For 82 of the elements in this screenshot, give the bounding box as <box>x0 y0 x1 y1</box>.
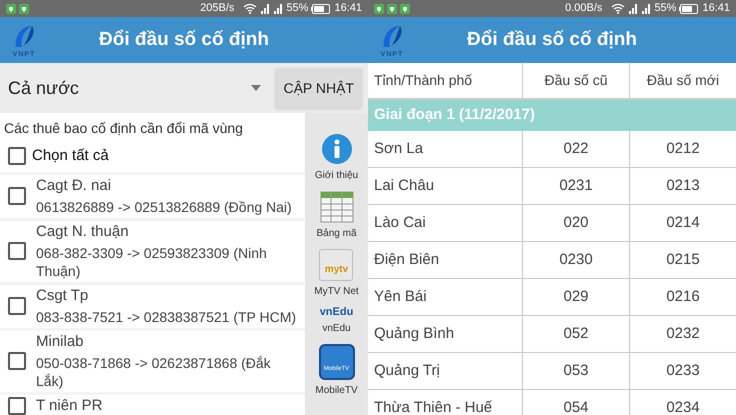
table-cell: 0231 <box>522 168 629 204</box>
subscriber-item[interactable]: Cagt Đ. nai 0613826889 -> 02513826889 (Đồng Nai) <box>0 174 305 218</box>
spreadsheet-icon <box>320 191 354 223</box>
select-all-label: Chọn tất cả <box>32 146 109 166</box>
subscriber-name: Csgt Tp <box>36 286 90 304</box>
clock: 16:41 <box>702 1 730 16</box>
menu-label[interactable]: vnEdu <box>322 321 351 336</box>
subscriber-item[interactable]: Csgt Tp 083-838-7521 -> 02838387521 (TP HCM) <box>0 284 305 328</box>
dropdown-caret-icon <box>251 85 262 91</box>
edu-app-icon[interactable]: vnEdu <box>320 307 354 318</box>
table-cell: 0215 <box>629 242 736 278</box>
subscriber-item[interactable]: T niên PR <box>0 394 305 415</box>
subscriber-item[interactable]: Cagt N. thuận 068-382-3309 -> 02593823309 (Ninh Thuận) <box>0 220 305 282</box>
table-cell-text: Lào Cai <box>373 212 427 233</box>
menu-label[interactable]: MyTV Net <box>314 284 359 299</box>
number-change: 050-038-71868 -> 02623871868 (Đắk Lắk) <box>36 354 272 390</box>
region-dropdown[interactable]: Cả nước <box>8 68 270 108</box>
column-header: Đầu số mới <box>629 63 736 98</box>
notification-icon <box>400 4 410 14</box>
menu-label[interactable]: MobileTV <box>315 383 358 398</box>
subscriber-name: Cagt N. thuận <box>36 222 130 240</box>
network-speed: 205B/s <box>200 1 234 16</box>
wifi-icon <box>243 3 258 14</box>
signal-icon <box>260 4 270 14</box>
table-cell: 020 <box>522 205 629 241</box>
table-cell-text: Quảng Bình <box>373 324 456 344</box>
number-change: 0613826889 -> 02513826889 (Đồng Nai) <box>36 198 292 216</box>
number-change: 068-382-3309 -> 02593823309 (Ninh Thuận) <box>36 244 268 280</box>
checkbox[interactable] <box>8 352 26 370</box>
checkbox[interactable] <box>8 396 26 414</box>
table-cell: 053 <box>522 353 629 389</box>
signal-icon <box>641 4 652 14</box>
menu-label[interactable]: Bảng mã <box>316 226 357 241</box>
app-title: Đổi đầu số cố định <box>98 28 270 52</box>
table-cell: 0230 <box>522 242 629 278</box>
group-header: Giai đoạn 1 (11/2/2017) <box>368 100 736 131</box>
table-cell: 0214 <box>629 205 736 241</box>
subscriber-name: Minilab <box>36 332 85 350</box>
menu-label[interactable]: Giới thiệu <box>314 168 358 183</box>
wifi-icon <box>611 3 626 14</box>
app-title: Đổi đầu số cố định <box>466 28 638 52</box>
signal-icon <box>273 4 284 14</box>
battery-icon <box>311 4 332 14</box>
signal-icon <box>628 4 638 14</box>
clock: 16:41 <box>334 1 362 16</box>
table-cell-text: Sơn La <box>373 138 424 159</box>
notification-icon <box>387 4 397 14</box>
number-change: 083-838-7521 -> 02838387521 (TP HCM) <box>36 308 296 326</box>
subscriber-name: T niên PR <box>36 396 102 414</box>
table-cell: 0233 <box>629 353 736 389</box>
checkbox[interactable] <box>8 297 26 315</box>
network-speed: 0.00B/s <box>565 1 602 16</box>
table-cell-text: Quảng Trị <box>373 360 441 381</box>
notification-icon <box>19 4 29 14</box>
list-heading: Các thuê bao cố định cần đổi mã vùng <box>4 119 244 138</box>
table-cell: 0234 <box>629 390 736 415</box>
table-cell: 052 <box>522 316 629 352</box>
table-cell-text: Yên Bái <box>373 286 428 307</box>
table-cell: 0212 <box>629 131 736 167</box>
table-cell: 029 <box>522 279 629 315</box>
battery-percent: 55% <box>286 1 308 16</box>
info-icon <box>320 133 352 165</box>
table-cell: 0232 <box>629 316 736 352</box>
update-button[interactable]: CẬP NHẬT <box>275 68 362 108</box>
subscriber-name: Cagt Đ. nai <box>36 176 112 194</box>
subscriber-item[interactable]: Minilab 050-038-71868 -> 02623871868 (Đắk Lắk) <box>0 330 305 392</box>
table-cell-text: Điện Biên <box>373 250 440 270</box>
column-header: Đầu số cũ <box>522 63 629 98</box>
checkbox[interactable] <box>8 147 26 166</box>
table-cell: 0213 <box>629 168 736 204</box>
table-cell: 054 <box>522 390 629 415</box>
table-cell: 0216 <box>629 279 736 315</box>
column-header: Tỉnh/Thành phố <box>373 71 474 90</box>
notification-icon <box>374 4 384 14</box>
battery-percent: 55% <box>654 1 676 16</box>
notification-icon <box>6 4 16 14</box>
table-cell: 022 <box>522 131 629 167</box>
checkbox[interactable] <box>8 242 26 260</box>
table-cell-text: Thừa Thiên - Huế <box>373 398 494 415</box>
checkbox[interactable] <box>8 187 26 205</box>
table-cell-text: Lai Châu <box>373 176 436 196</box>
battery-icon <box>679 4 700 14</box>
